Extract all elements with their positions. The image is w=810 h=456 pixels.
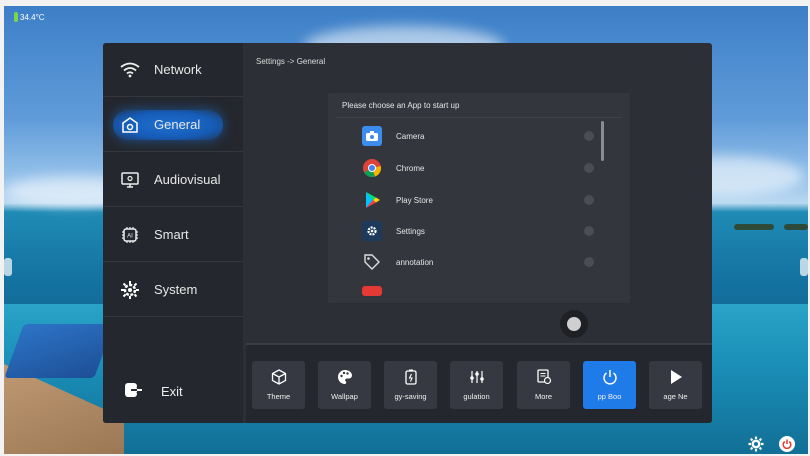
breadcrumb: Settings -> General bbox=[256, 57, 326, 66]
toolbar-app-boot-button[interactable]: pp Boo bbox=[583, 361, 636, 409]
svg-text:AI: AI bbox=[127, 233, 133, 239]
sidebar-item-system[interactable]: System bbox=[103, 263, 243, 317]
general-icon bbox=[120, 115, 140, 135]
youtube-icon bbox=[362, 286, 382, 296]
app-option-partial[interactable] bbox=[362, 282, 594, 303]
toolbar-more-button[interactable]: More bbox=[517, 361, 570, 409]
power-icon bbox=[602, 369, 618, 385]
toolbar-label: More bbox=[534, 392, 553, 401]
app-name: annotation bbox=[396, 257, 434, 267]
app-name: Play Store bbox=[396, 195, 433, 205]
more-icon bbox=[536, 369, 552, 385]
sidebar-item-label: Audiovisual bbox=[154, 172, 221, 187]
settings-panel: Network General Audiovisual AI Smart Sys… bbox=[103, 43, 712, 423]
toolbar-theme-button[interactable]: Theme bbox=[252, 361, 305, 409]
toolbar-energy-saving-button[interactable]: gy-saving bbox=[384, 361, 437, 409]
right-edge-handle[interactable] bbox=[800, 258, 808, 276]
app-radio[interactable] bbox=[584, 195, 594, 205]
palette-icon bbox=[337, 369, 353, 385]
system-gear-icon bbox=[120, 280, 140, 300]
app-radio[interactable] bbox=[584, 226, 594, 236]
left-edge-handle[interactable] bbox=[4, 258, 12, 276]
app-radio[interactable] bbox=[584, 131, 594, 141]
sidebar-item-label: General bbox=[154, 117, 201, 132]
temperature-text: 34.4°C bbox=[20, 12, 45, 22]
toolbar-label: pp Boo bbox=[597, 392, 622, 401]
toolbar-label: Theme bbox=[266, 392, 291, 401]
chooser-scrollbar[interactable] bbox=[601, 121, 604, 161]
camera-icon bbox=[362, 126, 382, 146]
sidebar-item-label: Smart bbox=[154, 227, 189, 242]
exit-label: Exit bbox=[161, 383, 183, 399]
app-radio[interactable] bbox=[584, 163, 594, 173]
corner-power-icon[interactable] bbox=[779, 436, 795, 452]
sidebar-item-audiovisual[interactable]: Audiovisual bbox=[103, 153, 243, 207]
exit-icon bbox=[125, 382, 143, 401]
startup-app-chooser: Please choose an App to start up Camera … bbox=[328, 93, 630, 303]
app-option-play-store[interactable]: Play Store bbox=[362, 188, 594, 212]
play-store-icon bbox=[362, 190, 382, 210]
app-name: Chrome bbox=[396, 163, 425, 173]
cube-icon bbox=[271, 369, 287, 385]
sidebar: Network General Audiovisual AI Smart Sys… bbox=[103, 43, 243, 423]
corner-settings-icon[interactable] bbox=[748, 436, 764, 452]
toolbar-regulation-button[interactable]: gulation bbox=[450, 361, 503, 409]
sidebar-item-general[interactable]: General bbox=[103, 98, 243, 152]
temperature-indicator: 34.4°C bbox=[14, 12, 45, 22]
monitor-icon bbox=[120, 170, 140, 190]
app-option-chrome[interactable]: Chrome bbox=[362, 156, 594, 180]
app-radio[interactable] bbox=[584, 257, 594, 267]
app-name: Settings bbox=[396, 226, 425, 236]
app-option-annotation[interactable]: annotation bbox=[362, 250, 594, 274]
bottom-toolbar: Theme Wallpap gy-saving gulation More pp… bbox=[246, 343, 712, 423]
toolbar-label: gulation bbox=[463, 392, 490, 401]
wifi-icon bbox=[120, 60, 140, 80]
tag-icon bbox=[362, 252, 382, 272]
sidebar-item-label: Network bbox=[154, 62, 202, 77]
sidebar-item-network[interactable]: Network bbox=[103, 43, 243, 97]
ai-chip-icon: AI bbox=[120, 225, 140, 245]
thermometer-icon bbox=[14, 12, 18, 22]
chooser-title: Please choose an App to start up bbox=[342, 101, 460, 110]
sidebar-item-label: System bbox=[154, 282, 198, 297]
app-name: Camera bbox=[396, 131, 425, 141]
sliders-icon bbox=[469, 369, 485, 385]
toolbar-label: gy-saving bbox=[394, 392, 427, 401]
play-icon bbox=[668, 369, 684, 385]
toolbar-label: Wallpap bbox=[331, 392, 358, 401]
app-option-camera[interactable]: Camera bbox=[362, 124, 594, 148]
app-option-settings[interactable]: Settings bbox=[362, 219, 594, 243]
exit-button[interactable]: Exit bbox=[103, 371, 243, 411]
toolbar-label: age Ne bbox=[663, 392, 688, 401]
battery-icon bbox=[403, 369, 419, 385]
chrome-icon bbox=[362, 158, 382, 178]
settings-icon bbox=[362, 221, 382, 241]
sidebar-item-smart[interactable]: AI Smart bbox=[103, 208, 243, 262]
toolbar-wallpaper-button[interactable]: Wallpap bbox=[318, 361, 371, 409]
toolbar-page-nav-button[interactable]: age Ne bbox=[649, 361, 702, 409]
floating-menu-button[interactable] bbox=[560, 310, 588, 338]
